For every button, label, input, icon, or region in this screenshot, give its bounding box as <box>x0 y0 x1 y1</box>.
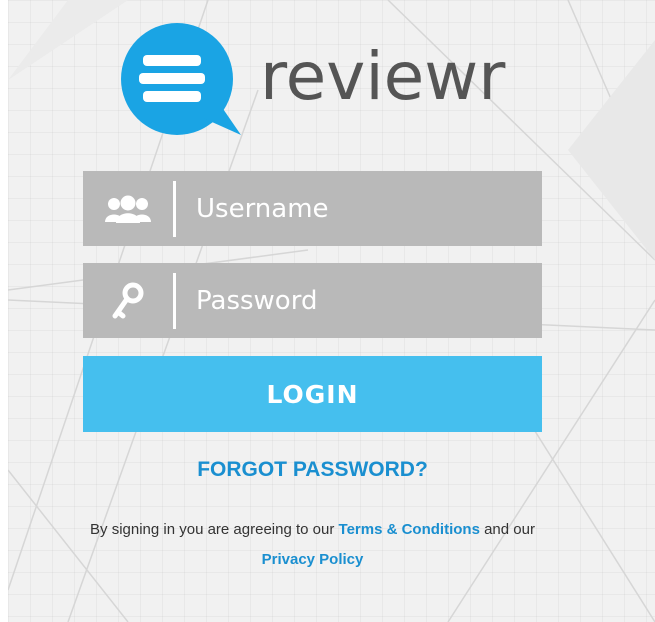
username-input[interactable] <box>176 171 542 246</box>
users-icon <box>83 171 173 246</box>
key-icon <box>83 263 173 338</box>
login-button[interactable]: LOGIN <box>83 356 542 432</box>
forgot-password-link[interactable]: FORGOT PASSWORD? <box>83 458 542 482</box>
terms-middle: and our <box>484 521 535 538</box>
speech-bubble-logo-icon <box>121 23 241 135</box>
brand-name: reviewr <box>260 38 506 115</box>
terms-notice: By signing in you are agreeing to our Te… <box>83 515 542 575</box>
password-input[interactable] <box>176 263 542 338</box>
terms-and-conditions-link[interactable]: Terms & Conditions <box>339 521 480 538</box>
reviewr-logo: reviewr <box>115 23 535 138</box>
password-field[interactable] <box>83 263 542 338</box>
username-field[interactable] <box>83 171 542 246</box>
privacy-policy-link[interactable]: Privacy Policy <box>262 551 364 568</box>
terms-prefix: By signing in you are agreeing to our <box>90 521 335 538</box>
login-page: reviewr Username LOGIN FORGOT PASSWORD? … <box>0 0 655 622</box>
